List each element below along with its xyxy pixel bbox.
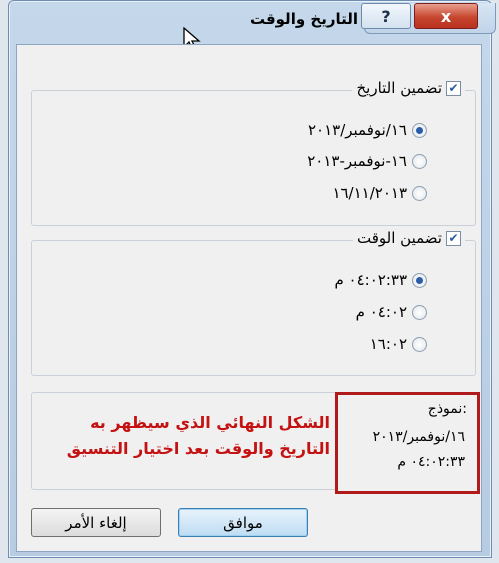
include-date-label: تضمين التاريخ	[356, 79, 442, 97]
annotation-line-1: الشكل النهائي الذي سيظهر به	[90, 413, 330, 432]
preview-time: ٠٤:٠٢:٣٣ م	[397, 454, 465, 470]
date-format-option[interactable]: ١٦/نوفمبر/٢٠١٣	[308, 121, 427, 139]
radio-unselected-icon[interactable]	[412, 153, 427, 169]
checkbox-checked-icon[interactable]: ✔	[446, 80, 461, 96]
checkbox-checked-icon[interactable]: ✔	[446, 230, 461, 246]
date-format-option[interactable]: ١٦/١١/٢٠١٣	[332, 184, 427, 202]
radio-unselected-icon[interactable]	[412, 336, 427, 352]
time-format-option[interactable]: ٠٤:٠٢:٣٣ م	[334, 271, 427, 289]
radio-selected-icon[interactable]	[412, 272, 427, 288]
include-date-checkbox[interactable]: ✔ تضمين التاريخ	[352, 79, 465, 97]
include-time-label: تضمين الوقت	[357, 229, 442, 247]
dialog-title: التاريخ والوقت	[249, 10, 358, 28]
close-button[interactable]: x	[414, 3, 478, 29]
date-format-label: ١٦/نوفمبر/٢٠١٣	[307, 121, 407, 139]
time-format-label: ١٦:٠٢	[369, 335, 407, 353]
annotation-line-2: التاريخ والوقت بعد اختيار التنسيق	[66, 439, 330, 458]
preview-highlight-box: نموذج: ١٦/نوفمبر/٢٠١٣ ٠٤:٠٢:٣٣ م	[335, 392, 480, 494]
preview-date: ١٦/نوفمبر/٢٠١٣	[372, 429, 465, 445]
time-group: ✔ تضمين الوقت ٠٤:٠٢:٣٣ م ٠٤:٠٢ م ١٦:٠٢	[31, 229, 476, 376]
preview-label: نموذج:	[427, 401, 467, 417]
date-format-label: ١٦-نوفمبر-٢٠١٣	[307, 152, 407, 170]
time-format-label: ٠٤:٠٢ م	[355, 303, 407, 321]
time-format-option[interactable]: ١٦:٠٢	[370, 335, 427, 353]
date-format-option[interactable]: ١٦-نوفمبر-٢٠١٣	[307, 152, 427, 170]
cancel-button[interactable]: إلغاء الأمر	[31, 508, 161, 537]
help-button[interactable]: ?	[361, 3, 411, 29]
date-group: ✔ تضمين التاريخ ١٦/نوفمبر/٢٠١٣ ١٦-نوفمبر…	[31, 79, 476, 226]
time-format-label: ٠٤:٠٢:٣٣ م	[334, 271, 407, 289]
radio-selected-icon[interactable]	[412, 122, 427, 138]
radio-unselected-icon[interactable]	[412, 304, 427, 320]
radio-unselected-icon[interactable]	[412, 185, 427, 201]
include-time-checkbox[interactable]: ✔ تضمين الوقت	[353, 229, 465, 247]
date-format-label: ١٦/١١/٢٠١٣	[332, 184, 407, 202]
time-format-option[interactable]: ٠٤:٠٢ م	[356, 303, 427, 321]
ok-button[interactable]: موافق	[178, 508, 308, 537]
annotation-text: الشكل النهائي الذي سيظهر به التاريخ والو…	[30, 410, 330, 462]
